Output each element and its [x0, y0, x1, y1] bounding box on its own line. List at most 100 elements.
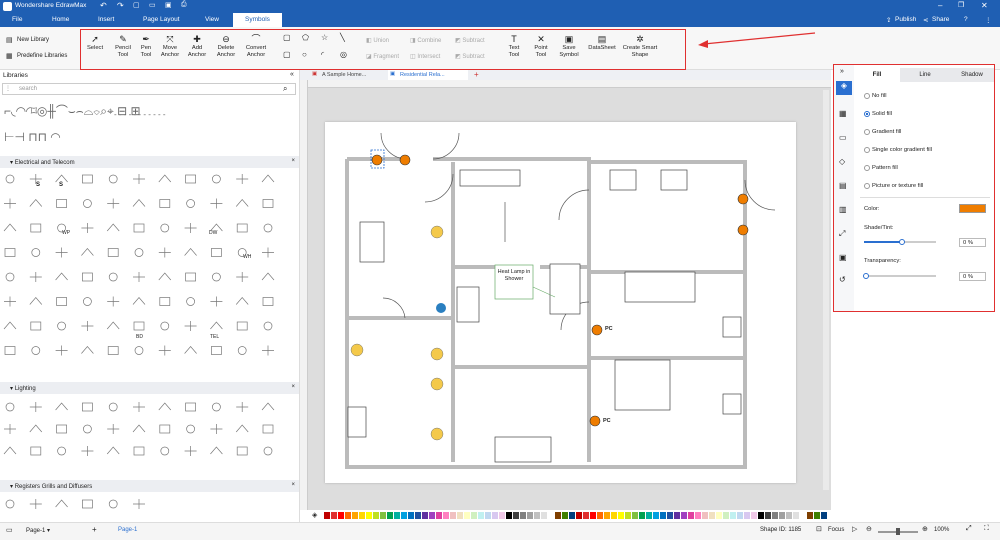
electrical-symbol[interactable]: [210, 321, 223, 330]
play-icon[interactable]: ▷: [852, 525, 857, 533]
lighting-symbol[interactable]: [160, 446, 170, 456]
lighting-symbol[interactable]: [186, 424, 195, 434]
palette-swatch[interactable]: [471, 512, 477, 519]
register-symbol[interactable]: [5, 499, 15, 509]
electrical-symbol[interactable]: [134, 248, 144, 257]
zoom-slider[interactable]: [878, 528, 918, 535]
electrical-symbol[interactable]: [133, 321, 145, 331]
electrical-symbol[interactable]: [5, 174, 15, 184]
palette-swatch[interactable]: [387, 512, 393, 519]
help-icon[interactable]: ?: [964, 16, 968, 23]
palette-swatch[interactable]: [660, 512, 666, 519]
electrical-symbol[interactable]: [29, 272, 42, 282]
register-symbol[interactable]: [29, 499, 42, 509]
electrical-symbol[interactable]: [261, 272, 275, 281]
section-lighting[interactable]: ▾ Lighting ×: [0, 382, 299, 394]
lighting-symbol[interactable]: [210, 446, 223, 455]
canvas-area[interactable]: Heat Lamp in Shower PC PC: [300, 80, 831, 510]
palette-swatch[interactable]: [800, 512, 806, 519]
new-library-button[interactable]: New Library: [17, 37, 49, 43]
light-fixture[interactable]: [430, 347, 444, 361]
page-layout-icon[interactable]: ▭: [6, 526, 13, 534]
electrical-symbol[interactable]: [107, 248, 119, 257]
lighting-symbol[interactable]: [108, 402, 118, 412]
palette-swatch[interactable]: [737, 512, 743, 519]
light-fixture[interactable]: [430, 377, 444, 391]
electrical-symbol[interactable]: [83, 199, 92, 208]
share-icon[interactable]: ⋖: [923, 16, 928, 24]
palette-swatch[interactable]: [597, 512, 603, 519]
palette-swatch[interactable]: [688, 512, 694, 519]
lighting-symbol[interactable]: [29, 402, 42, 412]
palette-swatch[interactable]: [555, 512, 561, 519]
electrical-symbol[interactable]: [236, 321, 248, 331]
palette-swatch[interactable]: [429, 512, 435, 519]
lighting-symbol[interactable]: [158, 402, 172, 411]
electrical-symbol[interactable]: [237, 248, 247, 257]
electrical-symbol[interactable]: [211, 248, 222, 257]
register-symbol[interactable]: [108, 499, 118, 509]
add-tab-icon[interactable]: +: [474, 70, 479, 79]
electrical-symbol[interactable]: [81, 345, 94, 354]
palette-swatch[interactable]: [352, 512, 358, 519]
electrical-symbol[interactable]: [263, 321, 273, 331]
close-section-icon[interactable]: ×: [291, 384, 295, 390]
share-button[interactable]: Share: [932, 16, 949, 23]
electrical-symbol[interactable]: [106, 223, 120, 232]
electrical-symbol[interactable]: [235, 198, 249, 207]
sink-unit[interactable]: [347, 406, 367, 438]
water-heater[interactable]: [436, 303, 446, 313]
electrical-symbol[interactable]: [236, 223, 248, 233]
fan-fixture-selected[interactable]: [371, 154, 383, 166]
palette-swatch[interactable]: [562, 512, 568, 519]
electrical-symbol[interactable]: [31, 346, 41, 355]
lighting-symbol[interactable]: [235, 424, 249, 433]
palette-swatch[interactable]: [366, 512, 372, 519]
electrical-symbol[interactable]: [160, 321, 170, 331]
palette-swatch[interactable]: [730, 512, 736, 519]
palette-swatch[interactable]: [821, 512, 827, 519]
lighting-symbol[interactable]: [210, 424, 223, 434]
electrical-symbol[interactable]: [160, 223, 170, 233]
color-palette[interactable]: ◈: [312, 512, 832, 520]
palette-swatch[interactable]: [478, 512, 484, 519]
palette-swatch[interactable]: [681, 512, 687, 519]
palette-swatch[interactable]: [520, 512, 526, 519]
bed-2[interactable]: [614, 359, 671, 411]
palette-swatch[interactable]: [345, 512, 351, 519]
palette-swatch[interactable]: [534, 512, 540, 519]
palette-swatch[interactable]: [485, 512, 491, 519]
undo-icon[interactable]: ↶: [100, 1, 107, 10]
lighting-symbol[interactable]: [55, 402, 68, 411]
lighting-symbol[interactable]: [107, 424, 120, 434]
zoom-level[interactable]: 100%: [934, 527, 949, 533]
palette-swatch[interactable]: [569, 512, 575, 519]
palette-swatch[interactable]: [702, 512, 708, 519]
palette-swatch[interactable]: [814, 512, 820, 519]
electrical-symbol[interactable]: [133, 174, 145, 184]
palette-swatch[interactable]: [527, 512, 533, 519]
palette-swatch[interactable]: [758, 512, 764, 519]
fit-page-icon[interactable]: ⤢: [966, 525, 972, 533]
palette-swatch[interactable]: [779, 512, 785, 519]
palette-swatch[interactable]: [394, 512, 400, 519]
add-page-icon[interactable]: +: [92, 525, 97, 534]
predefine-libraries-button[interactable]: Predefine Libraries: [17, 53, 67, 59]
electrical-symbol[interactable]: [81, 321, 94, 331]
palette-swatch[interactable]: [604, 512, 610, 519]
electrical-symbol[interactable]: [132, 198, 146, 207]
lighting-symbol[interactable]: [4, 424, 16, 434]
palette-swatch[interactable]: [408, 512, 414, 519]
electrical-symbol[interactable]: [210, 296, 223, 307]
zoom-out-icon[interactable]: ⊖: [866, 525, 872, 533]
electrical-symbol[interactable]: [55, 174, 68, 183]
collapse-panel-icon[interactable]: «: [290, 71, 294, 78]
window-symbol-icon[interactable]: - - - - - - - - - - -: [114, 110, 166, 119]
electrical-symbol[interactable]: [29, 174, 42, 184]
palette-swatch[interactable]: [380, 512, 386, 519]
electrical-symbol[interactable]: [159, 199, 171, 208]
palette-swatch[interactable]: [611, 512, 617, 519]
page-selector[interactable]: Page-1 ▾: [26, 527, 50, 534]
electrical-symbol[interactable]: [262, 345, 274, 356]
palette-swatch[interactable]: [807, 512, 813, 519]
